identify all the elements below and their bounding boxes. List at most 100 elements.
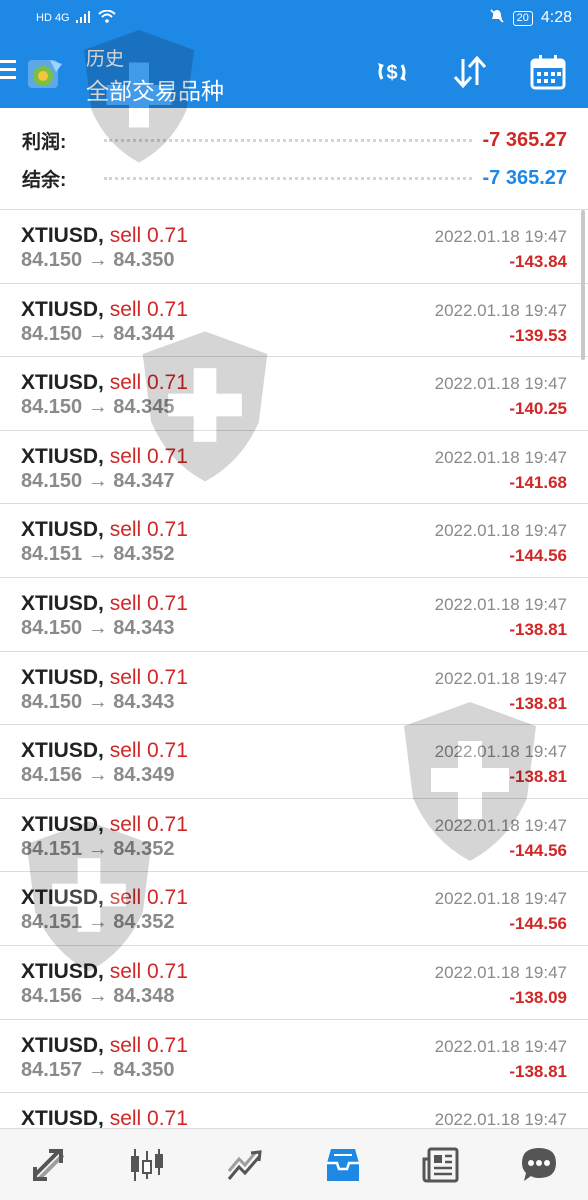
deal-row[interactable]: XTIUSD, sell 0.71 84.150 → 84.345 2022.01.… [0,357,588,431]
deal-time: 2022.01.18 19:47 [434,374,567,394]
sort-arrows-icon [453,55,487,89]
calendar-icon [530,55,566,90]
deal-time: 2022.01.18 19:47 [434,815,567,835]
deal-row[interactable]: XTIUSD, sell 0.71 84.150 → 84.343 2022.01.… [0,651,588,726]
deal-time: 2022.01.18 19:47 [434,742,567,762]
deal-title: XTIUSD, sell 0.71 [21,886,188,910]
nav-trade[interactable] [196,1129,294,1200]
deal-type: sell 0.71 [109,1107,188,1128]
deal-symbol: XTIUSD, [21,886,104,910]
currency-button[interactable]: $ [370,50,414,94]
deal-row[interactable]: XTIUSD, sell 0.71 84.157 → 84.350 2022.01.… [0,1019,588,1094]
deal-prices: 84.150 → 84.350 [21,249,175,271]
deal-time: 2022.01.18 19:47 [434,595,567,614]
deal-row[interactable]: XTIUSD, sell 0.71 84.150 → 84.344 2022.01.… [0,283,588,358]
deal-list[interactable]: XTIUSD, sell 0.71 84.150 → 84.350 2022.01.… [0,210,588,1128]
scrollbar[interactable] [581,210,585,360]
deal-type: sell 0.71 [109,444,188,468]
calendar-button[interactable] [526,50,570,94]
deal-prices: 84.151 → 84.352 [21,911,175,934]
status-left: HD 4G [36,9,116,26]
deal-prices: 84.150 → 84.343 [21,617,175,639]
deal-time: 2022.01.18 19:47 [434,300,567,320]
deal-profit: -140.25 [509,399,567,419]
deal-type: sell 0.71 [109,592,188,615]
nav-news[interactable] [392,1129,490,1200]
deal-row[interactable]: XTIUSD, sell 0.71 84.150 → 84.347 2022.01.… [0,430,588,505]
deal-row[interactable]: XTIUSD, sell 0.71 84.156 → 84.349 2022.01.… [0,725,588,799]
svg-text:$: $ [386,62,397,84]
nav-chat[interactable] [490,1129,588,1200]
deal-symbol: XTIUSD, [21,224,104,247]
menu-icon[interactable] [0,60,16,82]
deal-type: sell 0.71 [109,371,188,395]
balance-value: -7 365.27 [482,166,567,189]
deal-prices: 84.156 → 84.349 [21,764,175,787]
deal-profit: -144.56 [509,840,567,860]
app-bar: 历史 全部交易品种 $ [0,36,588,108]
balance-label: 结余: [22,169,67,191]
deal-time: 2022.01.18 19:47 [434,1110,567,1128]
deal-title: XTIUSD, sell 0.71 [21,1107,188,1128]
deal-type: sell 0.71 [109,960,188,983]
symbol-filter[interactable]: 全部交易品种 [86,72,224,106]
deal-title: XTIUSD, sell 0.71 [21,445,188,469]
balance-row: 结余: -7 365.27 [22,163,567,193]
deal-row[interactable]: XTIUSD, sell 0.71 84.151 → 84.352 2022.01.… [0,504,588,578]
deal-time: 2022.01.18 19:47 [434,963,567,982]
deal-symbol: XTIUSD, [21,371,104,395]
deal-title: XTIUSD, sell 0.71 [21,518,188,542]
deal-title: XTIUSD, sell 0.71 [21,739,188,763]
nav-quotes[interactable] [0,1129,98,1200]
deal-row[interactable]: XTIUSD, sell 0.71 2022.01.18 19:47 [0,1093,588,1128]
deal-title: XTIUSD, sell 0.71 [21,813,188,837]
history-summary: 利润: -7 365.27 结余: -7 365.27 [0,108,588,210]
dollar-swap-icon: $ [378,62,406,84]
news-icon [422,1147,459,1182]
deal-type: sell 0.71 [109,665,188,689]
profit-label: 利润: [22,131,67,153]
deal-profit: -138.81 [509,693,567,713]
deal-time: 2022.01.18 19:47 [434,521,567,541]
deal-row[interactable]: XTIUSD, sell 0.71 84.151 → 84.352 2022.01.… [0,872,588,946]
page-title: 历史 [86,49,125,70]
app-logo-icon [26,54,66,94]
deal-title: XTIUSD, sell 0.71 [21,666,188,690]
deal-profit: -138.81 [509,767,567,787]
nav-history[interactable] [294,1129,392,1200]
profit-value: -7 365.27 [482,128,567,151]
dotted-leader [104,176,473,180]
deal-row[interactable]: XTIUSD, sell 0.71 84.150 → 84.343 2022.01.… [0,578,588,652]
deal-profit: -138.09 [509,988,567,1007]
deal-prices: 84.151 → 84.352 [21,837,175,860]
signal-icon [75,10,92,26]
deal-symbol: XTIUSD, [21,739,104,763]
deal-symbol: XTIUSD, [21,1033,104,1057]
nav-chart[interactable] [98,1129,196,1200]
mute-icon [489,8,505,28]
deal-prices: 84.156 → 84.348 [21,985,175,1007]
deal-symbol: XTIUSD, [21,1107,104,1128]
deal-row[interactable]: XTIUSD, sell 0.71 84.156 → 84.348 2022.01.… [0,946,588,1020]
deal-type: sell 0.71 [109,812,188,836]
deal-profit: -139.53 [509,325,567,345]
deal-title: XTIUSD, sell 0.71 [21,224,188,248]
chart-icon [131,1148,163,1181]
bottom-navigation [0,1128,588,1200]
deal-title: XTIUSD, sell 0.71 [21,960,188,984]
deal-row[interactable]: XTIUSD, sell 0.71 84.150 → 84.350 2022.01.… [0,210,588,284]
deal-profit: -141.68 [509,472,567,492]
history-icon [327,1148,359,1181]
trade-icon [227,1149,262,1180]
clock: 4:28 [540,9,572,26]
deal-time: 2022.01.18 19:47 [434,889,567,909]
network-indicator: HD 4G [36,12,70,24]
chat-icon [522,1147,556,1181]
deal-title: XTIUSD, sell 0.71 [21,592,188,616]
profit-row: 利润: -7 365.27 [22,125,567,155]
deal-prices: 84.150 → 84.343 [21,690,175,713]
sort-button[interactable] [448,50,492,94]
deal-row[interactable]: XTIUSD, sell 0.71 84.151 → 84.352 2022.01.… [0,798,588,873]
deal-prices: 84.150 → 84.344 [21,322,175,345]
deal-type: sell 0.71 [109,739,188,763]
